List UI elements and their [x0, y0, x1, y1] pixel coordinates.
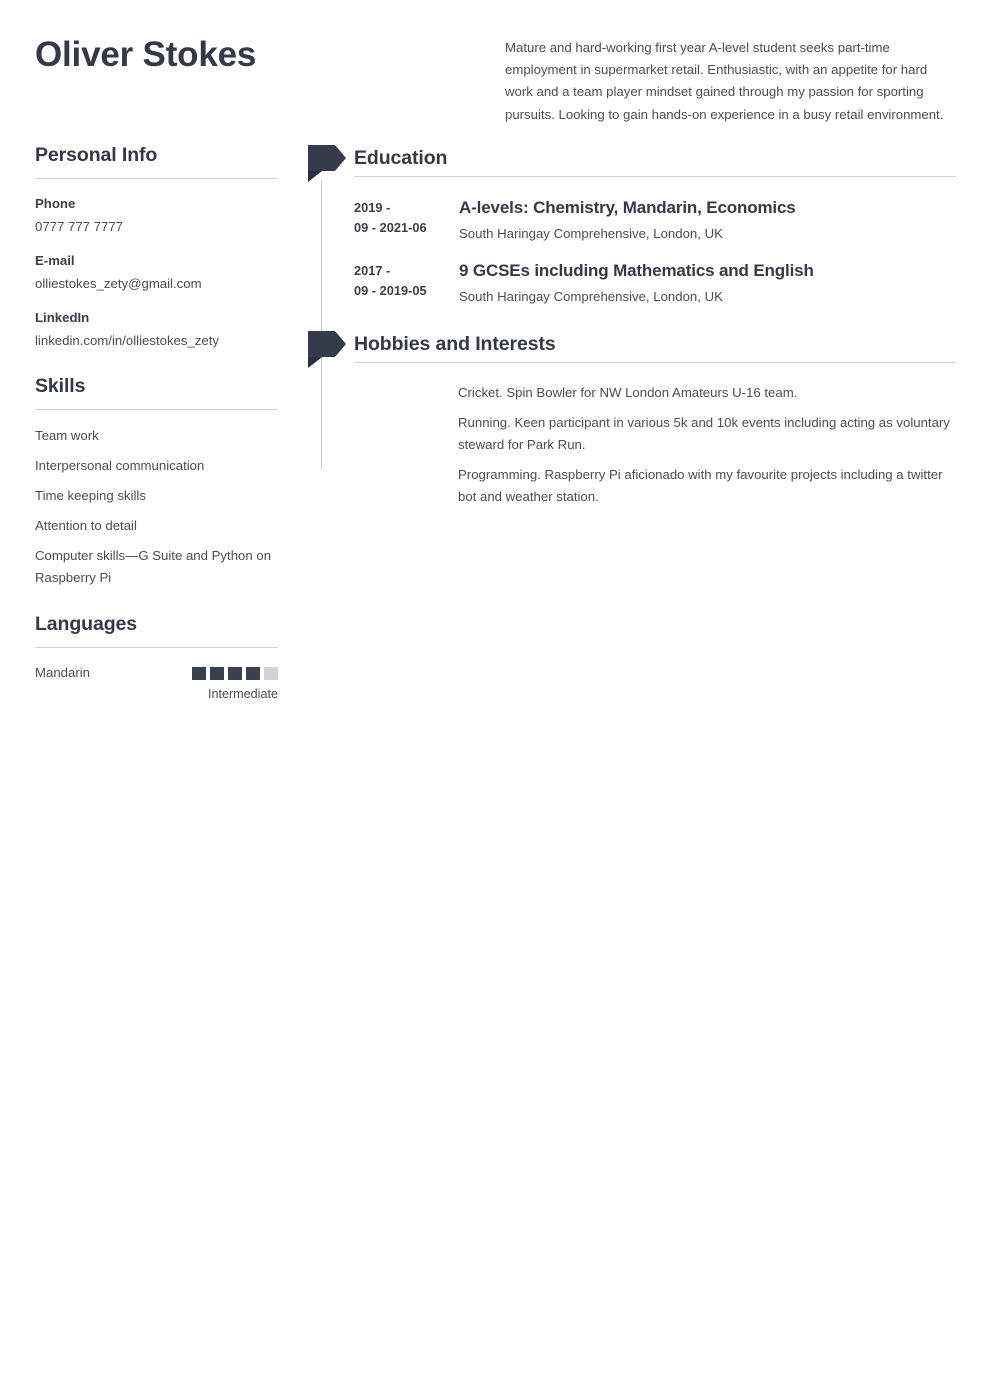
ribbon-tip: [335, 145, 346, 171]
meter-box-2: [210, 667, 224, 680]
education-header-row: Education: [308, 142, 956, 184]
skill-item: Interpersonal communication: [35, 458, 205, 473]
meter-box-5: [264, 667, 278, 680]
contact-item-phone: Phone 0777 777 7777: [35, 194, 278, 237]
languages-heading: Languages: [35, 613, 138, 635]
entry-subtitle: South Haringay Comprehensive, London, UK: [459, 226, 723, 241]
entry-body: 9 GCSEs including Mathematics and Englis…: [459, 259, 956, 308]
education-entry: 2017 -09 - 2019-05 9 GCSEs including Mat…: [354, 259, 956, 308]
hobbies-list: Cricket. Spin Bowler for NW London Amate…: [308, 370, 956, 508]
education-divider: [354, 176, 956, 177]
sidebar-column: Personal Info Phone 0777 777 7777 E-mail…: [35, 142, 278, 703]
skill-item: Team work: [35, 428, 99, 443]
language-proficiency-meter: [192, 667, 278, 680]
entry-subtitle: South Haringay Comprehensive, London, UK: [459, 289, 723, 304]
contact-label-phone: Phone: [35, 196, 76, 211]
ribbon-body: [308, 331, 335, 357]
main-column: Education 2019 -09 - 2021-06 A-levels: C…: [308, 142, 956, 516]
hobbies-divider: [354, 362, 956, 363]
ribbon-fold: [308, 171, 322, 182]
section-personal-info: Personal Info Phone 0777 777 7777 E-mail…: [35, 142, 278, 351]
section-languages: Languages Mandarin Intermediate: [35, 611, 278, 703]
section-hobbies: Hobbies and Interests Cricket. Spin Bowl…: [308, 328, 956, 508]
contact-item-linkedin: LinkedIn linkedin.com/in/olliestokes_zet…: [35, 308, 278, 351]
education-entry: 2019 -09 - 2021-06 A-levels: Chemistry, …: [354, 196, 956, 245]
hobbies-header-row: Hobbies and Interests: [308, 328, 956, 370]
section-education: Education 2019 -09 - 2021-06 A-levels: C…: [308, 142, 956, 470]
skill-item: Attention to detail: [35, 518, 137, 533]
candidate-name: Oliver Stokes: [35, 35, 257, 74]
resume-page: Oliver Stokes Mature and hard-working fi…: [0, 0, 990, 1400]
skills-divider: [35, 409, 278, 410]
contact-label-email: E-mail: [35, 253, 75, 268]
languages-divider: [35, 647, 278, 648]
resume-header: Oliver Stokes Mature and hard-working fi…: [0, 0, 990, 140]
professional-summary: Mature and hard-working first year A-lev…: [505, 40, 944, 122]
skill-item: Computer skills—G Suite and Python on Ra…: [35, 548, 272, 585]
language-name: Mandarin: [35, 665, 90, 680]
ribbon-fold: [308, 357, 322, 368]
entry-body: A-levels: Chemistry, Mandarin, Economics…: [459, 196, 956, 245]
meter-box-4: [246, 667, 260, 680]
education-heading: Education: [354, 147, 448, 169]
language-level-label: Intermediate: [207, 687, 278, 701]
entry-date: 2019 -09 - 2021-06: [354, 200, 427, 235]
hobby-item: Programming. Raspberry Pi aficionado wit…: [458, 467, 943, 504]
ribbon-body: [308, 145, 335, 171]
entry-date: 2017 -09 - 2019-05: [354, 263, 427, 298]
meter-box-1: [192, 667, 206, 680]
hobby-item: Cricket. Spin Bowler for NW London Amate…: [458, 385, 798, 400]
personal-info-divider: [35, 178, 278, 179]
contact-label-linkedin: LinkedIn: [35, 310, 90, 325]
contact-item-email: E-mail olliestokes_zety@gmail.com: [35, 251, 278, 294]
skill-item: Time keeping skills: [35, 488, 146, 503]
entry-title: 9 GCSEs including Mathematics and Englis…: [459, 261, 814, 280]
contact-value-phone[interactable]: 0777 777 7777: [35, 217, 278, 237]
hobby-item: Running. Keen participant in various 5k …: [458, 415, 950, 452]
contact-value-linkedin[interactable]: linkedin.com/in/olliestokes_zety: [35, 331, 278, 351]
language-row: Mandarin Intermediate: [35, 663, 278, 703]
personal-info-heading: Personal Info: [35, 144, 158, 166]
skills-heading: Skills: [35, 375, 86, 397]
hobbies-heading: Hobbies and Interests: [354, 333, 556, 355]
ribbon-tip: [335, 331, 346, 357]
education-entries: 2019 -09 - 2021-06 A-levels: Chemistry, …: [308, 184, 956, 308]
entry-title: A-levels: Chemistry, Mandarin, Economics: [459, 198, 796, 217]
section-skills: Skills Team work Interpersonal communica…: [35, 373, 278, 589]
meter-box-3: [228, 667, 242, 680]
contact-value-email[interactable]: olliestokes_zety@gmail.com: [35, 274, 278, 294]
